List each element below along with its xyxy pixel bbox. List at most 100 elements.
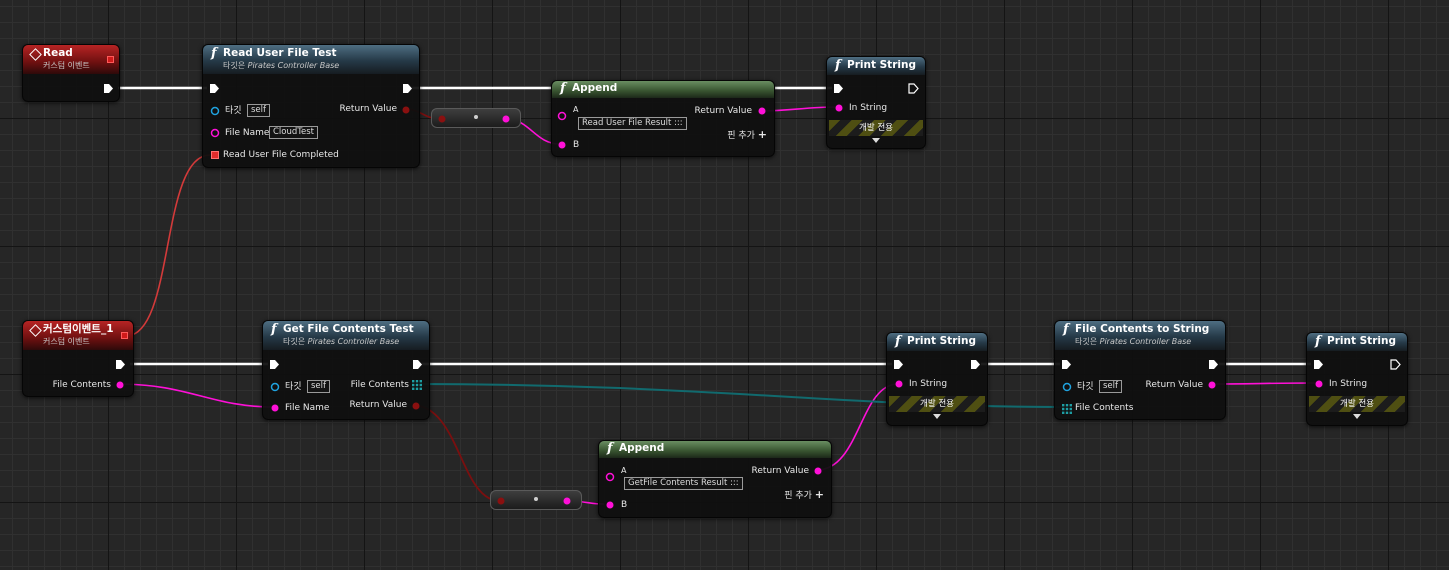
event-wire <box>125 154 211 337</box>
delegate-pin[interactable] <box>107 56 114 63</box>
read-event-node[interactable]: Read 커스텀 이벤트 <box>22 44 120 102</box>
node-title: Append <box>572 82 618 94</box>
node-header: f Append <box>599 441 831 458</box>
reroute-dot <box>474 115 478 119</box>
function-icon: f <box>895 334 901 349</box>
completed-delegate-pin[interactable] <box>211 151 219 159</box>
file-contents-array-pin[interactable] <box>1062 404 1072 414</box>
reroute-out-pin[interactable] <box>501 114 511 124</box>
expand-chevron-icon[interactable] <box>1353 414 1361 419</box>
file-contents-label: File Contents <box>350 380 409 390</box>
file-contents-pin[interactable] <box>115 380 125 390</box>
reroute-out-pin[interactable] <box>562 496 572 506</box>
target-pin[interactable] <box>270 382 280 392</box>
exec-out-pin[interactable] <box>412 359 423 370</box>
print-string-node-2[interactable]: f Print String In String 개발 전용 <box>886 332 988 426</box>
event-diamond-icon <box>29 48 42 61</box>
in-string-pin[interactable] <box>894 379 904 389</box>
exec-out-pin[interactable] <box>103 83 114 94</box>
expand-chevron-icon[interactable] <box>872 138 880 143</box>
exec-in-pin[interactable] <box>269 359 280 370</box>
target-pin[interactable] <box>210 106 220 116</box>
exec-in-pin[interactable] <box>833 83 844 94</box>
add-pin-label: 핀 추가 <box>784 491 812 501</box>
filename-pin[interactable] <box>210 128 220 138</box>
add-pin-label: 핀 추가 <box>727 131 755 141</box>
expand-chevron-icon[interactable] <box>933 414 941 419</box>
exec-out-pin[interactable] <box>970 359 981 370</box>
reroute-in-pin[interactable] <box>496 496 506 506</box>
reroute-node[interactable] <box>431 108 521 128</box>
target-value[interactable]: self <box>307 380 331 393</box>
return-value-label: Return Value <box>349 400 407 410</box>
node-header: f Get File Contents Test 타깃은 Pirates Con… <box>263 321 429 350</box>
node-header: f Print String <box>1307 333 1407 351</box>
b-pin[interactable] <box>557 140 567 150</box>
return-value-pin[interactable] <box>411 401 421 411</box>
reroute-in-pin[interactable] <box>437 114 447 124</box>
a-pin[interactable] <box>605 472 615 482</box>
append-node-2[interactable]: f Append A GetFile Contents Result ::: B… <box>598 440 832 518</box>
exec-in-pin[interactable] <box>1061 359 1072 370</box>
exec-out-pin[interactable] <box>1208 359 1219 370</box>
exec-in-pin[interactable] <box>209 83 220 94</box>
exec-out-pin[interactable] <box>908 83 919 94</box>
return-value-pin[interactable] <box>813 466 823 476</box>
function-icon: f <box>1063 322 1069 337</box>
a-input[interactable]: GetFile Contents Result ::: <box>624 477 743 490</box>
get-file-contents-test-node[interactable]: f Get File Contents Test 타깃은 Pirates Con… <box>262 320 430 420</box>
node-header: f Print String <box>887 333 987 351</box>
return-value-pin[interactable] <box>401 105 411 115</box>
plus-icon: + <box>757 128 767 141</box>
node-title: Print String <box>907 335 976 347</box>
exec-out-pin[interactable] <box>1390 359 1401 370</box>
custom-event-1-node[interactable]: 커스텀이벤트_1 커스텀 이벤트 File Contents <box>22 320 134 397</box>
b-label: B <box>621 500 628 510</box>
filename-input[interactable]: CloudTest <box>269 126 319 139</box>
add-pin-button[interactable]: 핀 추가 + <box>727 129 767 142</box>
in-string-label: In String <box>1329 379 1368 389</box>
in-string-pin[interactable] <box>834 103 844 113</box>
reroute-node[interactable] <box>490 490 582 510</box>
return-value-pin[interactable] <box>1207 380 1217 390</box>
a-pin[interactable] <box>557 111 567 121</box>
target-label: 타깃 <box>1077 382 1094 392</box>
return-value-label: Return Value <box>751 466 809 476</box>
function-icon: f <box>835 58 841 73</box>
append-node-1[interactable]: f Append A Read User File Result ::: B R… <box>551 80 775 157</box>
add-pin-button[interactable]: 핀 추가 + <box>784 489 824 502</box>
return-value-pin[interactable] <box>757 106 767 116</box>
node-title: 커스텀이벤트_1 <box>43 323 114 335</box>
reroute-dot <box>534 497 538 501</box>
return-value-label: Return Value <box>1145 380 1203 390</box>
delegate-pin[interactable] <box>121 332 128 339</box>
exec-in-pin[interactable] <box>893 359 904 370</box>
node-title: Append <box>619 442 665 454</box>
print-string-node-1[interactable]: f Print String In String 개발 전용 <box>826 56 926 149</box>
file-contents-to-string-node[interactable]: f File Contents to String 타깃은 Pirates Co… <box>1054 320 1226 420</box>
node-title: Print String <box>1327 335 1396 347</box>
target-label: 타깃 <box>225 106 242 116</box>
target-value[interactable]: self <box>247 104 271 117</box>
target-pin[interactable] <box>1062 382 1072 392</box>
filename-label: File Name <box>225 128 270 138</box>
completed-label: Read User File Completed <box>223 150 339 160</box>
function-icon: f <box>211 46 217 61</box>
file-contents-label: File Contents <box>1075 403 1134 413</box>
target-value[interactable]: self <box>1099 380 1123 393</box>
file-contents-array-pin[interactable] <box>412 380 422 390</box>
print-string-node-3[interactable]: f Print String In String 개발 전용 <box>1306 332 1408 426</box>
exec-in-pin[interactable] <box>1313 359 1324 370</box>
read-user-file-test-node[interactable]: f Read User File Test 타깃은 Pirates Contro… <box>202 44 420 168</box>
function-icon: f <box>607 441 613 456</box>
a-label: A <box>573 105 579 114</box>
in-string-pin[interactable] <box>1314 379 1324 389</box>
a-label: A <box>621 466 627 475</box>
exec-out-pin[interactable] <box>115 359 126 370</box>
node-title: Get File Contents Test <box>283 323 414 335</box>
filename-pin[interactable] <box>270 403 280 413</box>
development-only-banner: 개발 전용 <box>829 120 923 136</box>
exec-out-pin[interactable] <box>402 83 413 94</box>
b-pin[interactable] <box>605 500 615 510</box>
a-input[interactable]: Read User File Result ::: <box>578 117 687 130</box>
